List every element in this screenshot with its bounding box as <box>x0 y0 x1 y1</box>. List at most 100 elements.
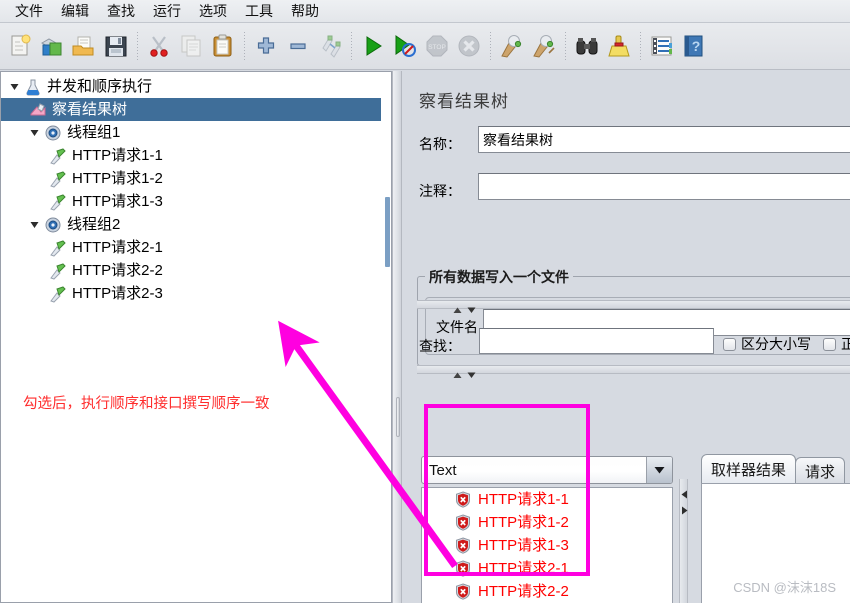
search-split-strip[interactable] <box>417 300 850 313</box>
list-item[interactable]: HTTP请求1-2 <box>422 511 672 534</box>
renderer-select[interactable]: Text <box>421 456 673 484</box>
watermark-text: CSDN @沫沫18S <box>733 580 836 595</box>
toolbar-separator <box>490 32 491 60</box>
http-sampler-icon <box>47 238 69 258</box>
list-item-label: HTTP请求1-2 <box>478 514 569 531</box>
list-item-label: HTTP请求2-2 <box>478 583 569 600</box>
scrollbar-thumb[interactable] <box>385 197 390 267</box>
split-collapse-down-icon[interactable] <box>467 302 476 317</box>
tree-node-http-2-3[interactable]: HTTP请求2-3 <box>1 282 381 305</box>
list-item[interactable]: HTTP请求1-1 <box>422 488 672 511</box>
comment-input[interactable] <box>478 173 850 200</box>
split-collapse-right-icon[interactable] <box>681 503 688 518</box>
chevron-down-icon[interactable] <box>27 217 42 232</box>
tree-node-http-1-2[interactable]: HTTP请求1-2 <box>1 167 381 190</box>
shutdown-icon[interactable] <box>453 28 485 64</box>
regex-checkbox[interactable]: 正 <box>823 334 850 354</box>
results-vertical-split[interactable] <box>679 479 688 603</box>
checkbox-box[interactable] <box>823 337 836 351</box>
http-sampler-icon <box>47 284 69 304</box>
tree-node-list: 并发和顺序执行 察看结果树 线程组1 HTTP请求1-1 HTTP请求1-2 H… <box>1 72 381 305</box>
name-input[interactable] <box>478 126 850 153</box>
tree-node-label: 并发和顺序执行 <box>47 78 153 95</box>
split-collapse-left-icon[interactable] <box>681 487 688 502</box>
binoculars-search-icon[interactable] <box>571 28 603 64</box>
tree-node-thread-group-2[interactable]: 线程组2 <box>1 213 381 236</box>
save-floppy-icon[interactable] <box>100 28 132 64</box>
tree-node-test-plan[interactable]: 并发和顺序执行 <box>1 75 381 98</box>
test-plan-tree[interactable]: 并发和顺序执行 察看结果树 线程组1 HTTP请求1-1 HTTP请求1-2 H… <box>0 71 392 603</box>
results-split-strip[interactable] <box>417 365 850 378</box>
reset-broom-icon[interactable] <box>603 28 635 64</box>
menu-help[interactable]: 帮助 <box>282 0 328 23</box>
tab-request[interactable]: 请求 <box>795 457 846 484</box>
tree-node-label: 线程组2 <box>67 216 121 233</box>
clear-broom-icon[interactable] <box>496 28 528 64</box>
copy-icon[interactable] <box>175 28 207 64</box>
list-item[interactable]: HTTP请求2-1 <box>422 557 672 580</box>
new-document-icon[interactable] <box>4 28 36 64</box>
sampler-results-list[interactable]: HTTP请求1-1 HTTP请求1-2 HTTP请求1-3 HTTP请求2-1 … <box>421 487 673 603</box>
chevron-down-icon[interactable] <box>27 125 42 140</box>
tree-vertical-scrollbar[interactable] <box>382 72 391 602</box>
search-label: 查找： <box>419 338 461 354</box>
list-item[interactable]: HTTP请求1-3 <box>422 534 672 557</box>
tree-node-http-2-1[interactable]: HTTP请求2-1 <box>1 236 381 259</box>
templates-icon[interactable] <box>36 28 68 64</box>
tree-node-thread-group-1[interactable]: 线程组1 <box>1 121 381 144</box>
tree-node-http-1-3[interactable]: HTTP请求1-3 <box>1 190 381 213</box>
paste-clipboard-icon[interactable] <box>207 28 239 64</box>
menu-tools[interactable]: 工具 <box>236 0 282 23</box>
list-item-label: HTTP请求2-1 <box>478 560 569 577</box>
menu-edit[interactable]: 编辑 <box>52 0 98 23</box>
menu-file[interactable]: 文件 <box>6 0 52 23</box>
chevron-down-icon[interactable] <box>7 79 22 94</box>
http-sampler-icon <box>47 169 69 189</box>
vertical-split-divider[interactable] <box>392 71 402 603</box>
function-helper-icon[interactable] <box>646 28 678 64</box>
menu-run[interactable]: 运行 <box>144 0 190 23</box>
menu-bar: 文件 编辑 查找 运行 选项 工具 帮助 <box>0 0 850 23</box>
split-collapse-down-icon-2[interactable] <box>467 367 476 382</box>
tree-node-http-2-2[interactable]: HTTP请求2-2 <box>1 259 381 282</box>
cut-scissors-icon[interactable] <box>143 28 175 64</box>
case-sensitive-checkbox[interactable]: 区分大小写 <box>723 334 811 354</box>
list-item[interactable]: HTTP请求2-2 <box>422 580 672 603</box>
tree-node-view-results-tree[interactable]: 察看结果树 <box>1 98 381 121</box>
split-collapse-up-icon[interactable] <box>453 302 462 317</box>
menu-options[interactable]: 选项 <box>190 0 236 23</box>
start-play-icon[interactable] <box>357 28 389 64</box>
error-shield-icon <box>452 560 474 577</box>
tree-node-label: HTTP请求1-3 <box>72 193 163 210</box>
view-results-tree-icon <box>27 100 49 120</box>
group-title: 所有数据写入一个文件 <box>425 267 573 287</box>
checkbox-box[interactable] <box>723 337 736 351</box>
search-input[interactable] <box>479 328 714 354</box>
split-collapse-up-icon-2[interactable] <box>453 367 462 382</box>
minus-icon[interactable] <box>282 28 314 64</box>
open-folder-icon[interactable] <box>68 28 100 64</box>
annotation-note: 勾选后，执行顺序和接口撰写顺序一致 <box>23 396 270 412</box>
tree-node-http-1-1[interactable]: HTTP请求1-1 <box>1 144 381 167</box>
clear-all-broom-icon[interactable] <box>528 28 560 64</box>
error-shield-icon <box>452 583 474 600</box>
regex-label: 正 <box>841 336 850 352</box>
toggle-icon[interactable] <box>314 28 346 64</box>
tab-sampler-result[interactable]: 取样器结果 <box>701 454 797 484</box>
toolbar-separator <box>640 32 641 60</box>
split-grip-handle[interactable] <box>396 397 400 437</box>
help-book-icon[interactable]: ? <box>678 28 710 64</box>
http-sampler-icon <box>47 192 69 212</box>
menu-search[interactable]: 查找 <box>98 0 144 23</box>
tab-label: 取样器结果 <box>711 462 787 479</box>
tree-node-label: HTTP请求2-3 <box>72 285 163 302</box>
jmeter-window: 文件 编辑 查找 运行 选项 工具 帮助 STOP ? 并发和顺序执行 察看结果… <box>0 0 850 603</box>
start-no-pauses-icon[interactable] <box>389 28 421 64</box>
view-results-tree-panel: 察看结果树 名称： 注释： 所有数据写入一个文件 文件名 查找： 区分大小写 <box>403 71 850 603</box>
plus-icon[interactable] <box>250 28 282 64</box>
stop-icon[interactable]: STOP <box>421 28 453 64</box>
svg-text:?: ? <box>692 38 701 54</box>
error-shield-icon <box>452 537 474 554</box>
chevron-down-icon[interactable] <box>646 457 672 483</box>
svg-text:STOP: STOP <box>428 44 446 51</box>
